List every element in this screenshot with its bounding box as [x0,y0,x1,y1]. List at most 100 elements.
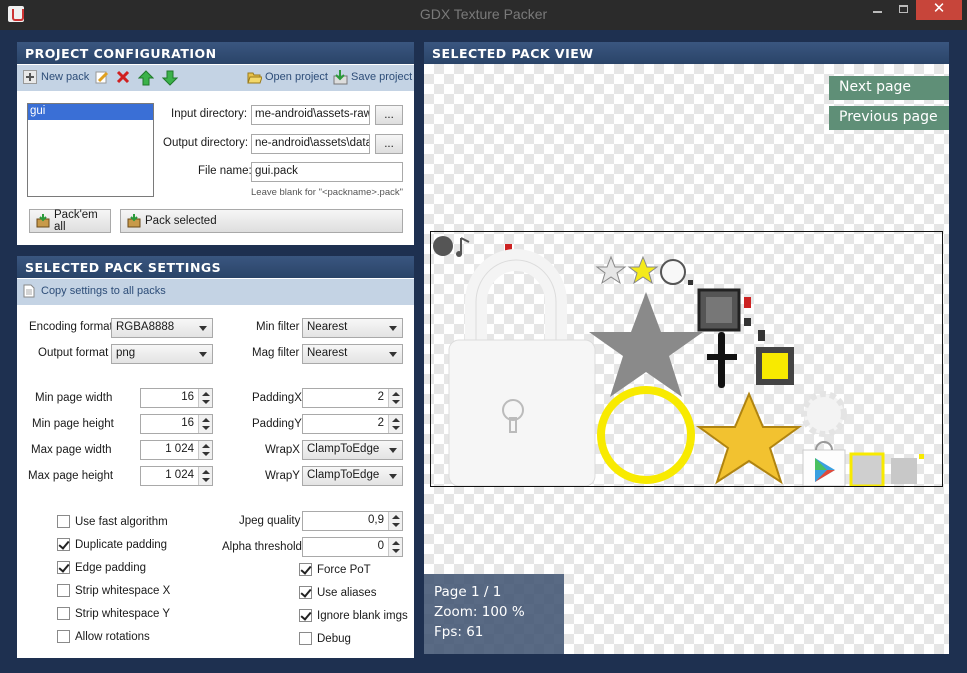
pack-all-button[interactable]: Pack'em all [29,209,111,233]
force-pot-label: Force PoT [317,563,371,576]
alpha-threshold-spinner[interactable] [388,538,402,556]
zoom-indicator: Zoom: 100 % [434,604,525,620]
close-icon: ✕ [932,0,946,17]
previous-page-button[interactable]: Previous page [829,106,949,130]
pack-list-item-selected[interactable]: gui [28,104,153,120]
max-page-height-input[interactable]: 1 024 [140,466,213,486]
padding-y-label: PaddingY [252,418,302,430]
project-configuration-header: Project configuration [17,42,414,64]
max-page-height-spinner[interactable] [198,467,212,485]
wrap-y-select[interactable]: ClampToEdge [302,466,403,486]
min-page-height-spinner[interactable] [198,415,212,433]
duplicate-padding-checkbox[interactable]: Duplicate padding [57,538,167,551]
open-project-button[interactable]: Open project [247,70,328,84]
encoding-format-label: Encoding format [29,321,113,333]
new-pack-label: New pack [41,71,90,83]
min-filter-select[interactable]: Nearest [302,318,403,338]
folder-open-icon [247,70,263,84]
max-page-width-input[interactable]: 1 024 [140,440,213,460]
pack-canvas[interactable]: Next page Previous page Page 1 / 1 Zoom:… [424,64,949,654]
rename-pack-button[interactable] [95,70,113,84]
project-toolbar: New pack Open project Save project [17,65,414,91]
duplicate-padding-label: Duplicate padding [75,538,168,551]
jpeg-quality-label: Jpeg quality [239,515,301,527]
use-aliases-checkbox[interactable]: Use aliases [299,586,376,599]
strip-whitespace-y-box [57,607,70,620]
copy-settings-button[interactable]: Copy settings to all packs [23,284,166,298]
debug-label: Debug [317,632,351,645]
padding-y-value: 2 [377,417,384,429]
wrap-x-select[interactable]: ClampToEdge [302,440,403,460]
settings-toolbar: Copy settings to all packs [17,279,414,305]
new-pack-button[interactable]: New pack [23,70,89,84]
pack-stats-overlay: Page 1 / 1 Zoom: 100 % Fps: 61 [424,574,564,654]
min-page-height-label: Min page height [32,418,114,430]
jpeg-quality-input[interactable]: 0,9 [302,511,403,531]
alpha-threshold-label: Alpha threshold [222,541,302,553]
maximize-button[interactable] [890,0,916,20]
output-directory-label: Output directory: [163,137,249,149]
file-name-field[interactable]: gui.pack [251,162,403,182]
edge-padding-box [57,561,70,574]
edge-padding-checkbox[interactable]: Edge padding [57,561,146,574]
browse-input-directory-button[interactable]: ... [375,105,403,125]
pack-selected-button[interactable]: Pack selected [120,209,403,233]
padding-y-input[interactable]: 2 [302,414,403,434]
minimize-icon [872,11,882,13]
min-page-width-value: 16 [181,391,194,403]
min-page-width-input[interactable]: 16 [140,388,213,408]
close-button[interactable]: ✕ [916,0,962,20]
max-page-width-spinner[interactable] [198,441,212,459]
save-project-label: Save project [351,71,413,83]
pack-icon [127,214,141,228]
strip-whitespace-x-label: Strip whitespace X [75,584,171,597]
packs-list[interactable]: gui [27,103,154,197]
strip-whitespace-x-checkbox[interactable]: Strip whitespace X [57,584,170,597]
mag-filter-select[interactable]: Nearest [302,344,403,364]
duplicate-padding-box [57,538,70,551]
padding-x-spinner[interactable] [388,389,402,407]
use-fast-algorithm-label: Use fast algorithm [75,515,168,528]
project-configuration-panel: Project configuration New pack [17,42,414,245]
pack-icon [36,214,50,228]
output-format-select[interactable]: png [111,344,213,364]
jpeg-quality-spinner[interactable] [388,512,402,530]
browse-output-directory-button[interactable]: ... [375,134,403,154]
allow-rotations-checkbox[interactable]: Allow rotations [57,630,150,643]
encoding-format-select[interactable]: RGBA8888 [111,318,213,338]
next-page-button[interactable]: Next page [829,76,949,100]
jpeg-quality-value: 0,9 [368,514,384,526]
ignore-blank-imgs-label: Ignore blank imgs [317,609,408,622]
output-directory-field[interactable]: ne-android\assets\data [251,134,370,154]
force-pot-checkbox[interactable]: Force PoT [299,563,371,576]
alpha-threshold-input[interactable]: 0 [302,537,403,557]
max-page-height-label: Max page height [28,470,114,482]
use-fast-algorithm-box [57,515,70,528]
use-fast-algorithm-checkbox[interactable]: Use fast algorithm [57,515,168,528]
move-pack-up-button[interactable] [137,70,156,86]
ignore-blank-imgs-checkbox[interactable]: Ignore blank imgs [299,609,408,622]
copy-settings-label: Copy settings to all packs [41,285,166,297]
use-aliases-label: Use aliases [317,586,377,599]
input-directory-field[interactable]: me-android\assets-raw [251,105,370,125]
force-pot-box [299,563,312,576]
allow-rotations-box [57,630,70,643]
delete-pack-button[interactable] [116,70,134,84]
fps-indicator: Fps: 61 [434,624,484,640]
min-page-width-spinner[interactable] [198,389,212,407]
output-format-label: Output format [38,347,109,359]
strip-whitespace-y-checkbox[interactable]: Strip whitespace Y [57,607,170,620]
padding-x-value: 2 [377,391,384,403]
debug-checkbox[interactable]: Debug [299,632,351,645]
file-name-hint: Leave blank for "<packname>.pack" [251,187,403,198]
pack-settings-panel: Selected pack settings Copy settings to … [17,256,414,658]
pack-selected-label: Pack selected [145,215,217,227]
padding-x-input[interactable]: 2 [302,388,403,408]
alpha-threshold-value: 0 [377,540,384,552]
min-page-height-input[interactable]: 16 [140,414,213,434]
min-page-width-label: Min page width [35,392,113,404]
minimize-button[interactable] [864,0,890,20]
padding-y-spinner[interactable] [388,415,402,433]
save-project-button[interactable]: Save project [333,70,413,85]
move-pack-down-button[interactable] [161,70,180,86]
